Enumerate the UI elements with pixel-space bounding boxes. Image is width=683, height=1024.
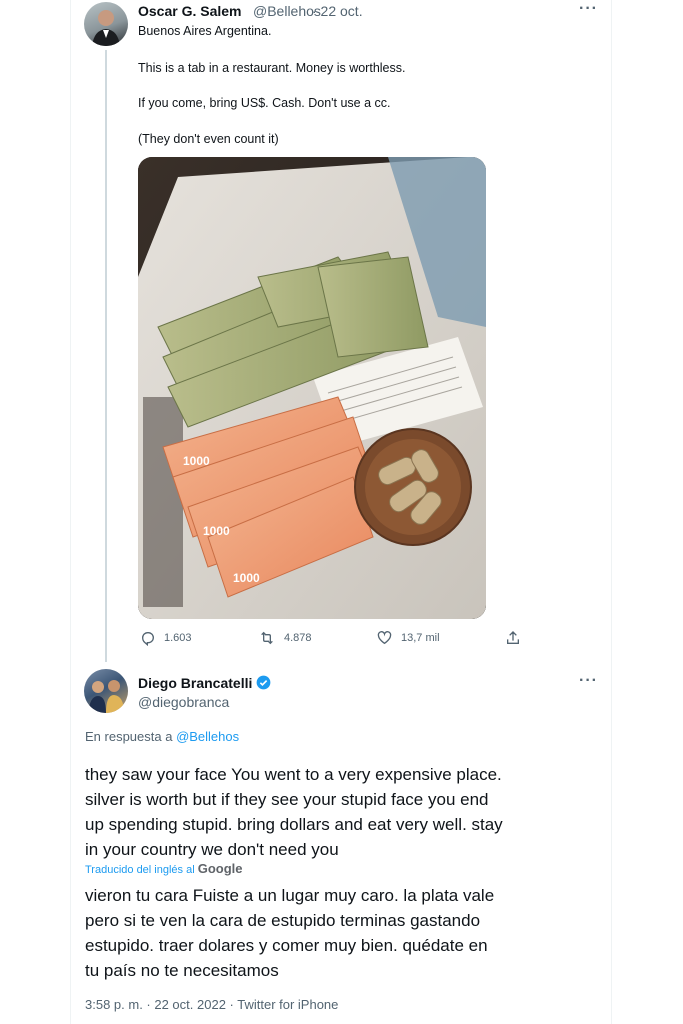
tweet2-es-line-1: vieron tu cara Fuiste a un lugar muy car… bbox=[85, 886, 495, 905]
tweet2-text-spanish: vieron tu cara Fuiste a un lugar muy car… bbox=[85, 883, 605, 983]
retweet-count: 4.878 bbox=[284, 632, 312, 644]
reply-context-prefix: En respuesta a bbox=[85, 729, 177, 744]
reply-context: En respuesta a @Bellehos bbox=[85, 729, 239, 744]
tweet1-reply-button[interactable]: 1.603 bbox=[140, 630, 192, 646]
avatar-oscar-image bbox=[92, 10, 120, 46]
tweet2-author-name-text: Diego Brancatelli bbox=[138, 675, 253, 691]
tweet2-author-handle[interactable]: @diegobranca bbox=[138, 694, 229, 710]
tweet1-text-line-3: If you come, bring US$. Cash. Don't use … bbox=[138, 96, 391, 110]
translated-by-label: Traducido del inglés al bbox=[85, 864, 195, 876]
tweet1-share-button[interactable] bbox=[505, 630, 521, 646]
tweet1-date[interactable]: · 22 oct. bbox=[312, 3, 363, 19]
share-icon bbox=[507, 631, 519, 644]
banknote-value-1: 1000 bbox=[183, 454, 210, 468]
translated-by-google[interactable]: Traducido del inglés al Google bbox=[85, 861, 243, 876]
reply-to-link[interactable]: @Bellehos bbox=[176, 729, 239, 744]
banknote-value-3: 1000 bbox=[233, 571, 260, 585]
like-icon bbox=[377, 631, 392, 645]
retweet-icon bbox=[261, 631, 273, 645]
tweet1-photo[interactable]: 1000 1000 1000 bbox=[138, 157, 486, 619]
tweet1-text-line-2: This is a tab in a restaurant. Money is … bbox=[138, 61, 406, 75]
tweet1-retweet-button[interactable]: 4.878 bbox=[258, 630, 312, 646]
google-logo: Google bbox=[197, 861, 243, 876]
verified-badge-icon bbox=[257, 675, 271, 690]
like-count: 13,7 mil bbox=[401, 632, 440, 644]
avatar-diego[interactable] bbox=[84, 669, 128, 713]
tweet2-more-icon[interactable]: ··· bbox=[579, 672, 598, 690]
reply-icon bbox=[141, 632, 155, 646]
tweet1-more-icon[interactable]: ··· bbox=[579, 0, 598, 18]
tweet2-timestamp[interactable]: 3:58 p. m. · 22 oct. 2022 · Twitter for … bbox=[85, 997, 338, 1012]
tweet2-es-line-4: tu país no te necesitamos bbox=[85, 961, 279, 980]
tweet1-text-line-4: (They don't even count it) bbox=[138, 132, 279, 146]
reply-count: 1.603 bbox=[164, 632, 192, 644]
tweet1-text-line-1: Buenos Aires Argentina. bbox=[138, 24, 272, 38]
tweet1-author-name[interactable]: Oscar G. Salem bbox=[138, 3, 242, 19]
banknote-value-2: 1000 bbox=[203, 524, 230, 538]
avatar-oscar[interactable] bbox=[84, 2, 128, 46]
tweet2-en-line-1: they saw your face You went to a very ex… bbox=[85, 765, 502, 784]
tweet2-text-english: they saw your face You went to a very ex… bbox=[85, 762, 605, 862]
tweet1-author-handle[interactable]: @Bellehos bbox=[253, 3, 321, 19]
avatar-diego-image bbox=[88, 680, 124, 713]
tweet2-es-line-2: pero si te ven la cara de estupido termi… bbox=[85, 911, 481, 930]
thread-connector-line bbox=[105, 50, 107, 662]
tweet2-author-name[interactable]: Diego Brancatelli bbox=[138, 675, 271, 691]
tweet2-en-line-3: up spending stupid. bring dollars and ea… bbox=[85, 815, 503, 834]
tweet1-like-button[interactable]: 13,7 mil bbox=[376, 630, 440, 646]
banknotes-photo-illustration: 1000 1000 1000 bbox=[138, 157, 486, 619]
tweet2-en-line-4: in your country we don't need you bbox=[85, 840, 339, 859]
tweet2-en-line-2: silver is worth but if they see your stu… bbox=[85, 790, 489, 809]
tweet2-es-line-3: estupido. traer dolares y comer muy bien… bbox=[85, 936, 488, 955]
